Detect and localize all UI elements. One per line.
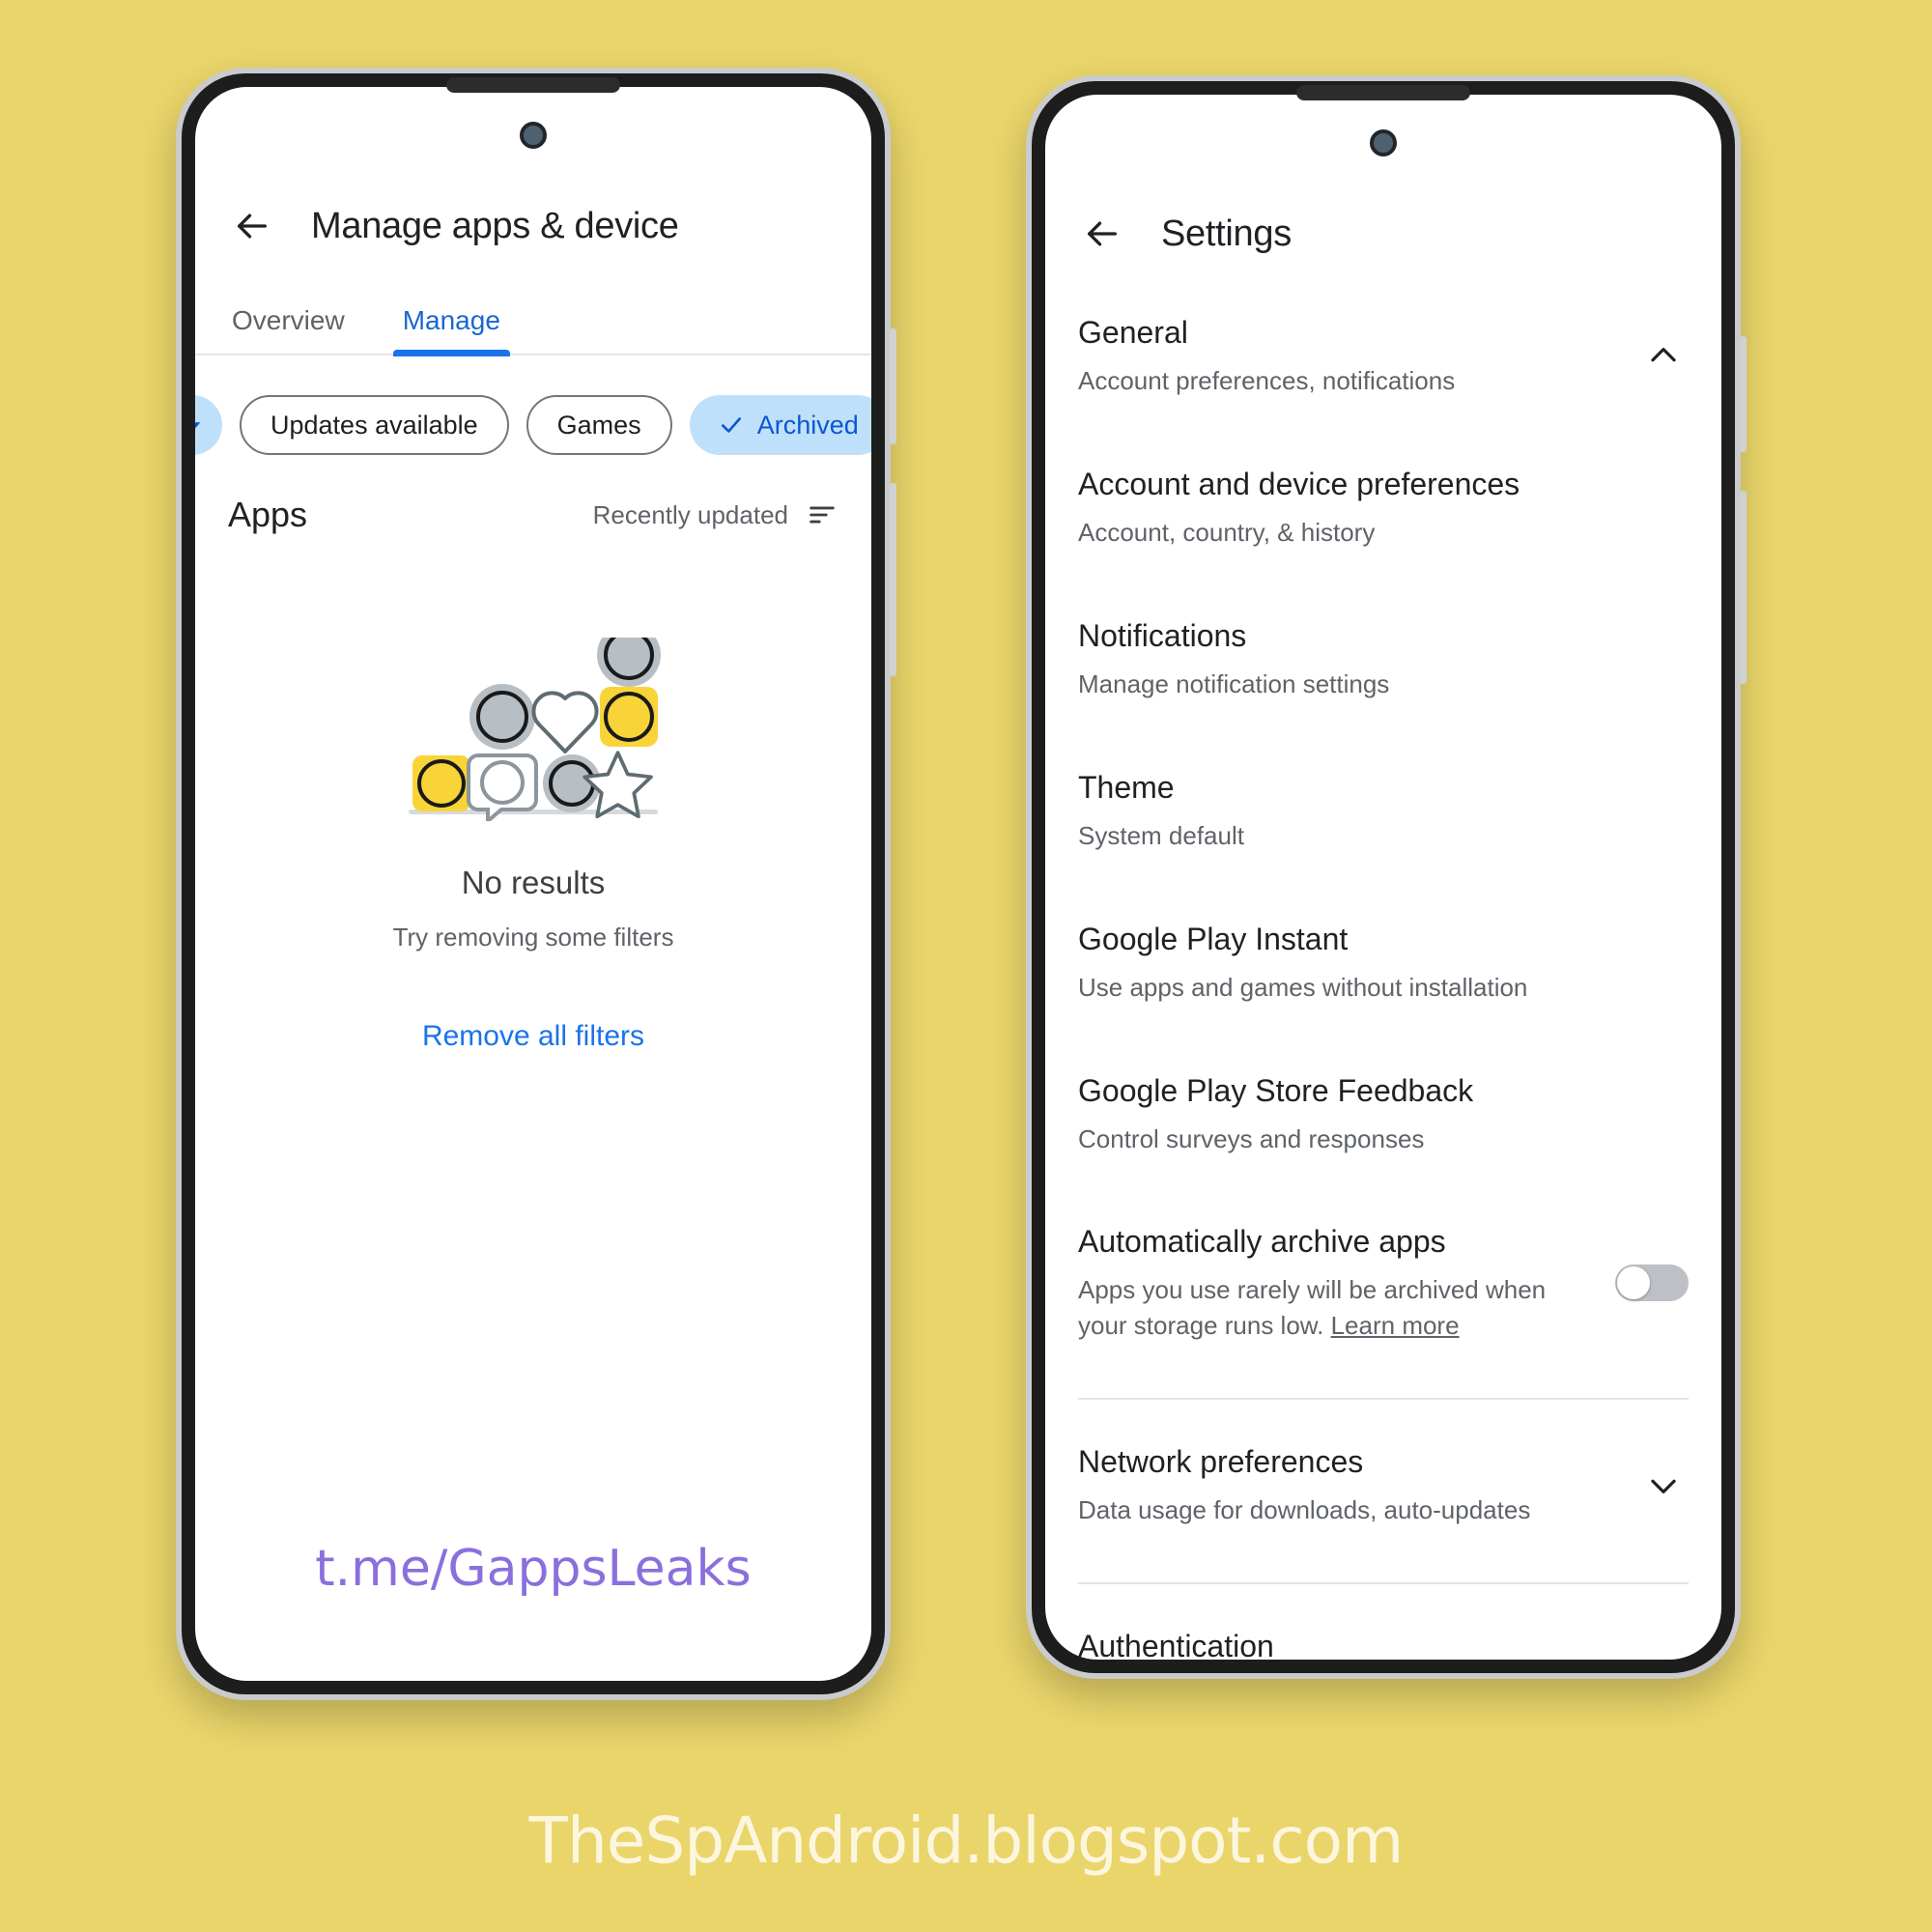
- chevron-down-icon[interactable]: [1642, 1464, 1685, 1507]
- setting-item-network-preferences[interactable]: Network preferences Data usage for downl…: [1078, 1409, 1689, 1561]
- screen-right: Settings General Account preferences, no…: [1045, 95, 1721, 1660]
- screen-left: Manage apps & device Overview Manage Upd…: [195, 87, 871, 1681]
- phone-device-left: Manage apps & device Overview Manage Upd…: [176, 68, 896, 1700]
- setting-title: Network preferences: [1078, 1444, 1364, 1480]
- settings-list: General Account preferences, notificatio…: [1045, 280, 1721, 1660]
- page-title: Settings: [1161, 213, 1292, 254]
- setting-subtitle: System default: [1078, 820, 1244, 850]
- tab-bar: Overview Manage: [195, 272, 871, 356]
- divider: [1078, 1398, 1689, 1401]
- telegram-watermark: t.me/GappsLeaks: [315, 1540, 752, 1598]
- chevron-down-icon: [195, 422, 201, 429]
- setting-subtitle: Apps you use rarely will be archived whe…: [1078, 1272, 1573, 1344]
- phone-side-button-right-1: [1740, 336, 1747, 452]
- setting-title: General: [1078, 315, 1188, 350]
- setting-item-google-play-instant[interactable]: Google Play Instant Use apps and games w…: [1078, 887, 1689, 1038]
- section-title-apps: Apps: [228, 495, 308, 534]
- setting-title: Notifications: [1078, 617, 1247, 653]
- chip-label: Games: [556, 410, 641, 440]
- setting-item-account-and-device-preferences[interactable]: Account and device preferences Account, …: [1078, 432, 1689, 583]
- filter-chip-row: Updates available Games Archived: [195, 355, 871, 462]
- setting-title: Account and device preferences: [1078, 466, 1520, 501]
- phone-bezel-left: Manage apps & device Overview Manage Upd…: [182, 73, 885, 1694]
- back-arrow-icon[interactable]: [228, 202, 276, 250]
- setting-item-google-play-store-feedback[interactable]: Google Play Store Feedback Control surve…: [1078, 1038, 1689, 1190]
- app-bar-manage-apps: Manage apps & device: [195, 180, 871, 272]
- no-results-shapes-illustration: [403, 623, 664, 826]
- chip-label: Archived: [756, 410, 859, 440]
- chevron-up-icon[interactable]: [1642, 334, 1685, 377]
- setting-subtitle: Manage notification settings: [1078, 668, 1390, 698]
- chip-updates-available[interactable]: Updates available: [240, 395, 509, 455]
- page-title: Manage apps & device: [311, 205, 679, 246]
- front-camera-punch-hole: [1370, 129, 1397, 156]
- divider: [1078, 1582, 1689, 1585]
- back-arrow-icon[interactable]: [1078, 210, 1126, 258]
- setting-title: Automatically archive apps: [1078, 1224, 1446, 1260]
- setting-item-automatically-archive-apps[interactable]: Automatically archive apps Apps you use …: [1078, 1189, 1689, 1377]
- tab-overview[interactable]: Overview: [228, 305, 349, 354]
- filter-dropdown-chip[interactable]: [195, 395, 222, 455]
- setting-title: Authentication: [1078, 1629, 1274, 1660]
- phone-side-button-left-2: [890, 483, 896, 676]
- empty-state-title: No results: [461, 865, 606, 900]
- empty-state: No results Try removing some filters Rem…: [195, 623, 871, 1053]
- chip-archived[interactable]: Archived: [689, 395, 871, 455]
- tab-manage[interactable]: Manage: [392, 305, 511, 356]
- toggle-knob: [1617, 1266, 1650, 1300]
- setting-subtitle-text: Apps you use rarely will be archived whe…: [1078, 1275, 1547, 1341]
- setting-title: Theme: [1078, 769, 1175, 805]
- earpiece-speaker: [1296, 85, 1470, 100]
- sort-label: Recently updated: [592, 499, 788, 529]
- setting-item-authentication[interactable]: Authentication Fingerprint, purchase aut…: [1078, 1594, 1689, 1660]
- setting-item-general[interactable]: General Account preferences, notificatio…: [1078, 280, 1689, 432]
- phone-side-button-right-2: [1740, 491, 1747, 684]
- phone-side-button-left-1: [890, 328, 896, 444]
- setting-subtitle: Data usage for downloads, auto-updates: [1078, 1495, 1531, 1525]
- check-icon: [721, 417, 741, 433]
- sort-icon: [810, 506, 835, 524]
- apps-section-header: Apps Recently updated: [195, 462, 871, 535]
- setting-subtitle: Use apps and games without installation: [1078, 972, 1528, 1002]
- chip-label: Updates available: [270, 410, 478, 440]
- phone-device-right: Settings General Account preferences, no…: [1026, 75, 1747, 1679]
- empty-state-subtitle: Try removing some filters: [392, 923, 674, 952]
- auto-archive-toggle[interactable]: [1615, 1264, 1689, 1302]
- remove-all-filters-button[interactable]: Remove all filters: [195, 1020, 871, 1053]
- setting-title: Google Play Store Feedback: [1078, 1072, 1474, 1108]
- site-watermark: TheSpAndroid.blogspot.com: [528, 1804, 1405, 1878]
- front-camera-punch-hole: [520, 122, 547, 149]
- phone-bezel-right: Settings General Account preferences, no…: [1032, 81, 1735, 1673]
- app-bar-settings: Settings: [1045, 187, 1721, 280]
- chevron-down-icon[interactable]: [1642, 1649, 1685, 1660]
- setting-subtitle: Account preferences, notifications: [1078, 366, 1456, 395]
- setting-subtitle: Control surveys and responses: [1078, 1123, 1425, 1153]
- sort-control[interactable]: Recently updated: [593, 498, 838, 531]
- setting-subtitle: Account, country, & history: [1078, 517, 1376, 547]
- setting-title: Google Play Instant: [1078, 921, 1349, 956]
- learn-more-link[interactable]: Learn more: [1331, 1311, 1460, 1340]
- screenshot-canvas: Manage apps & device Overview Manage Upd…: [0, 0, 1932, 1932]
- earpiece-speaker: [446, 77, 620, 93]
- setting-item-theme[interactable]: Theme System default: [1078, 735, 1689, 887]
- settings-scroll-area[interactable]: General Account preferences, notificatio…: [1045, 280, 1721, 1660]
- chip-games[interactable]: Games: [526, 395, 672, 455]
- setting-item-notifications[interactable]: Notifications Manage notification settin…: [1078, 583, 1689, 735]
